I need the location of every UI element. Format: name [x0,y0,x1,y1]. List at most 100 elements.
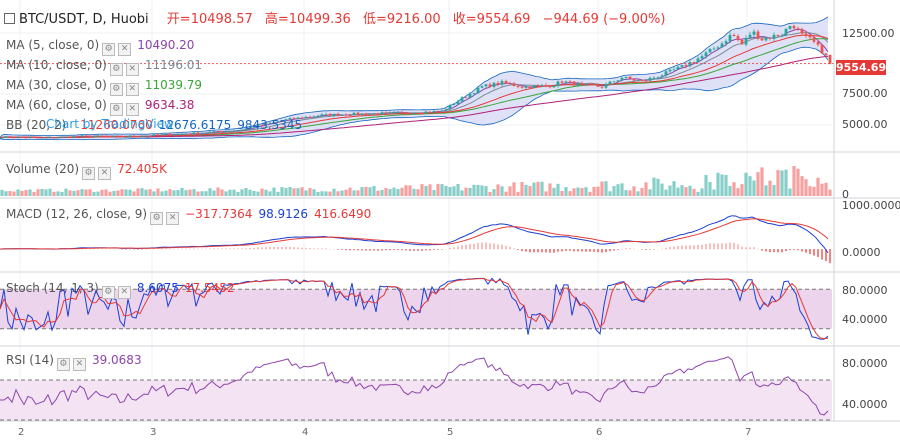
candle-body [569,82,572,83]
macd-histogram-bar [773,249,775,252]
macd-histogram-bar [265,247,267,249]
candle-body [181,134,184,135]
candle-body [801,29,804,34]
volume-bar [344,190,347,196]
volume-bar [148,189,151,196]
legend-stoch[interactable]: Stoch (14, 1, 3)⚙✕8.607517.5452 [6,281,234,299]
volume-bar [384,188,387,196]
legend-ma10[interactable]: MA (10, close, 0)⚙✕11196.01 [6,58,202,76]
macd-histogram-bar [177,249,179,250]
volume-bar [280,187,283,196]
volume-bar [448,187,451,196]
close-icon[interactable]: ✕ [166,212,179,225]
candle-body [497,83,500,85]
macd-histogram-bar [341,249,343,250]
candle-body [405,112,408,113]
legend-ma5[interactable]: MA (5, close, 0)⚙✕10490.20 [6,38,194,56]
gear-icon[interactable]: ⚙ [110,103,123,116]
gear-icon[interactable]: ⚙ [110,63,123,76]
macd-histogram-bar [205,249,207,250]
candle-body [621,78,624,80]
close-icon[interactable]: ✕ [126,83,139,96]
gear-icon[interactable]: ⚙ [150,212,163,225]
macd-histogram-bar [449,248,451,249]
close-icon[interactable]: ✕ [126,103,139,116]
macd-histogram-bar [581,249,583,251]
volume-bar [548,183,551,196]
macd-histogram-bar [441,249,443,250]
volume-bar [176,190,179,196]
gear-icon[interactable]: ⚙ [102,286,115,299]
legend-ma30[interactable]: MA (30, close, 0)⚙✕11039.79 [6,78,202,96]
ma60-value: 9634.38 [145,98,195,112]
candle-body [153,134,156,135]
close-icon[interactable]: ✕ [73,358,86,371]
volume-bar [268,191,271,196]
close-icon[interactable]: ✕ [118,43,131,56]
volume-bar [180,188,183,196]
volume-bar [84,190,87,196]
volume-bar [412,189,415,196]
gear-icon[interactable]: ⚙ [57,358,70,371]
candle-body [529,86,532,88]
close-icon[interactable]: ✕ [126,63,139,76]
candle-body [749,35,752,38]
candle-body [729,35,732,41]
candle-body [785,29,788,36]
macd-histogram-bar [737,244,739,249]
legend-ma60[interactable]: MA (60, close, 0)⚙✕9634.38 [6,98,194,116]
legend-macd[interactable]: MACD (12, 26, close, 9)⚙✕−317.736498.912… [6,207,371,225]
macd-histogram-bar [153,249,155,250]
legend-volume[interactable]: Volume (20)⚙✕72.405K [6,162,167,180]
candle-body [357,113,360,115]
macd-histogram-bar [481,243,483,250]
volume-bar [504,192,507,196]
volume-bar [792,166,795,196]
candle-body [441,111,444,112]
volume-bar [536,182,539,196]
volume-bar [680,185,683,196]
candle-body [305,117,308,118]
volume-bar [648,189,651,196]
volume-bar [552,188,555,196]
gear-icon[interactable]: ⚙ [110,83,123,96]
gear-icon[interactable]: ⚙ [82,167,95,180]
stoch-axis-tick: 80.0000 [842,284,888,297]
candle-body [597,85,600,87]
macd-histogram-bar [489,243,491,249]
volume-bar [784,170,787,196]
ma10-label: MA (10, close, 0) [6,58,107,72]
gear-icon[interactable]: ⚙ [102,43,115,56]
collapse-icon[interactable] [4,13,15,24]
candle-body [577,83,580,85]
macd-histogram-bar [305,248,307,249]
rsi-axis-tick: 80.0000 [842,357,888,370]
volume-bar [812,187,815,196]
candle-body [605,84,608,88]
volume-bar [556,184,559,196]
volume-bar [196,192,199,196]
candle-body [525,86,528,87]
macd-histogram-bar [525,249,527,252]
candle-body [773,35,776,39]
candle-body [453,104,456,105]
volume-bar [336,191,339,196]
volume-bar [528,186,531,196]
macd-histogram-bar [725,243,727,249]
macd-histogram-bar [429,249,431,250]
macd-histogram-bar [161,249,163,250]
volume-bar [376,191,379,196]
macd-histogram-bar [237,248,239,249]
volume-bar [388,189,391,196]
macd-histogram-bar [421,249,423,251]
macd-histogram-bar [337,249,339,250]
macd-histogram-bar [413,249,415,251]
candle-body [705,52,708,56]
close-icon[interactable]: ✕ [118,286,131,299]
legend-rsi[interactable]: RSI (14)⚙✕39.0683 [6,353,142,371]
macd-signal-value: 416.6490 [314,207,371,221]
volume-bar [200,191,203,196]
close-icon[interactable]: ✕ [98,167,111,180]
volume-bar [428,184,431,196]
volume-bar [612,186,615,196]
